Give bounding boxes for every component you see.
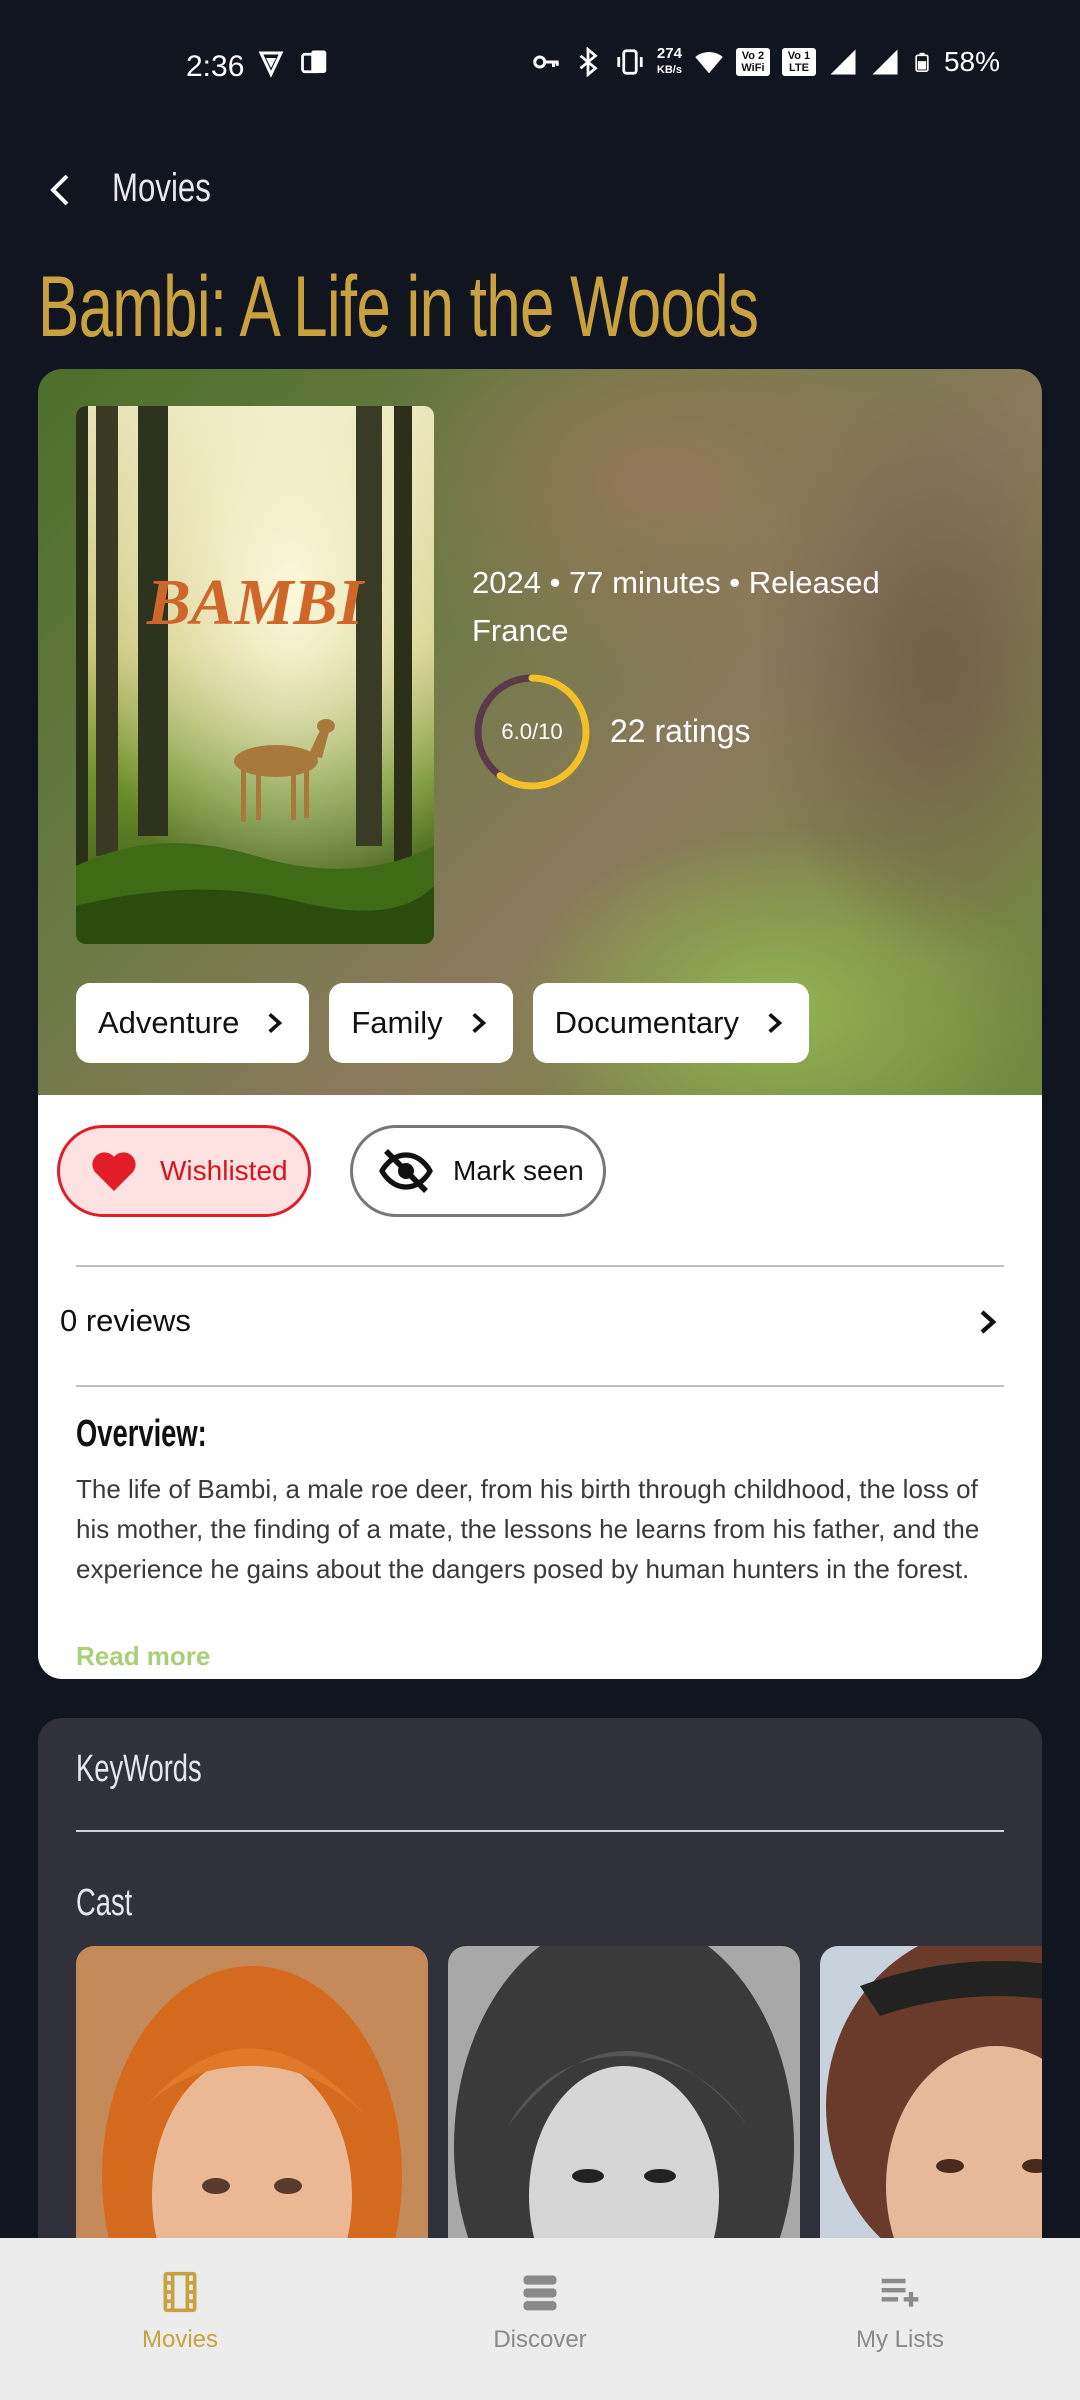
film-icon <box>163 2271 197 2313</box>
genre-label: Family <box>351 1005 443 1040</box>
screen-mirror-icon <box>301 50 327 74</box>
status-time: 2:36 <box>186 50 245 83</box>
chevron-right-icon <box>268 1012 283 1034</box>
bottom-navigation: Movies Discover My Lists <box>0 2238 1080 2400</box>
eye-off-icon <box>379 1149 433 1193</box>
nav-label: Movies <box>141 2326 219 2353</box>
divider <box>76 1830 1004 1832</box>
cast-photo[interactable] <box>76 1946 428 2286</box>
overview-heading: Overview: <box>76 1413 207 1455</box>
playlist-add-icon <box>881 2278 919 2307</box>
nav-label: Discover <box>493 2326 587 2353</box>
signal-icon <box>830 49 856 75</box>
keywords-heading: KeyWords <box>76 1748 202 1790</box>
genre-chip-adventure[interactable]: Adventure <box>76 983 310 1063</box>
chevron-right-icon <box>980 1310 997 1334</box>
net-speed: 274 KB/s <box>656 45 682 77</box>
wishlisted-label: Wishlisted <box>160 1155 288 1186</box>
back-button[interactable] <box>38 168 82 212</box>
nav-item-movies[interactable]: Movies <box>0 2238 360 2400</box>
battery-percent: 58% <box>943 46 1000 77</box>
nav-item-discover[interactable]: Discover <box>360 2238 720 2400</box>
wifi-icon <box>695 51 723 74</box>
chevron-left-icon <box>50 174 69 206</box>
movie-poster: BAMBI <box>76 406 434 944</box>
app-bar-title: Movies <box>112 166 211 210</box>
rating-value: 6.0/10 <box>501 719 563 744</box>
genre-chips: Adventure Family Documentary <box>76 983 809 1063</box>
battery-icon <box>915 52 929 72</box>
mark-seen-label: Mark seen <box>453 1155 584 1186</box>
vpn-shield-icon <box>258 51 284 78</box>
genre-chip-family[interactable]: Family <box>329 983 513 1063</box>
nav-label: My Lists <box>855 2326 944 2353</box>
poster-title: BAMBI <box>146 566 366 639</box>
cast-list <box>76 1946 1042 2286</box>
status-right-icons: 274 KB/s Vo 2 WiFi Vo 1 LTE 58% <box>531 46 1000 78</box>
status-bar: 2:36 274 KB/s Vo 2 WiFi Vo 1 LTE 58% <box>0 0 1080 120</box>
genre-label: Adventure <box>98 1005 240 1040</box>
vibrate-icon <box>617 49 643 75</box>
cast-photo[interactable] <box>820 1946 1042 2286</box>
movie-title: Bambi: A Life in the Woods <box>38 259 759 355</box>
ratings-count: 22 ratings <box>610 713 751 749</box>
divider <box>76 1385 1004 1387</box>
chevron-right-icon <box>768 1012 783 1034</box>
movie-hero: BAMBI 2024 • 77 minutes • Released Franc… <box>38 369 1042 1095</box>
signal-icon-2 <box>872 49 898 75</box>
nav-item-my-lists[interactable]: My Lists <box>720 2238 1080 2400</box>
movie-meta-line2: France <box>472 613 569 648</box>
stack-icon <box>523 2275 557 2311</box>
cast-heading: Cast <box>76 1882 133 1924</box>
movie-meta: 2024 • 77 minutes • Released France <box>472 559 952 655</box>
status-left-icons <box>256 48 330 78</box>
mark-seen-button[interactable]: Mark seen <box>350 1125 606 1217</box>
overview-text: The life of Bambi, a male roe deer, from… <box>76 1474 980 1584</box>
wishlisted-button[interactable]: Wishlisted <box>57 1125 311 1217</box>
sim-wifi-chip: Vo 2 WiFi <box>735 48 770 76</box>
genre-chip-documentary[interactable]: Documentary <box>532 983 809 1063</box>
sim-lte-chip: Vo 1 LTE <box>781 48 816 76</box>
movie-meta-line1: 2024 • 77 minutes • Released <box>472 565 880 600</box>
read-more-link[interactable]: Read more <box>76 1641 210 1672</box>
genre-label: Documentary <box>554 1005 739 1040</box>
reviews-label: 0 reviews <box>60 1303 191 1338</box>
heart-icon <box>92 1152 136 1191</box>
details-card: Wishlisted Mark seen 0 reviews Overview:… <box>38 1095 1042 1679</box>
bluetooth-icon <box>579 47 598 77</box>
chevron-right-icon <box>472 1012 486 1034</box>
key-icon <box>533 55 559 69</box>
cast-photo[interactable] <box>448 1946 800 2286</box>
